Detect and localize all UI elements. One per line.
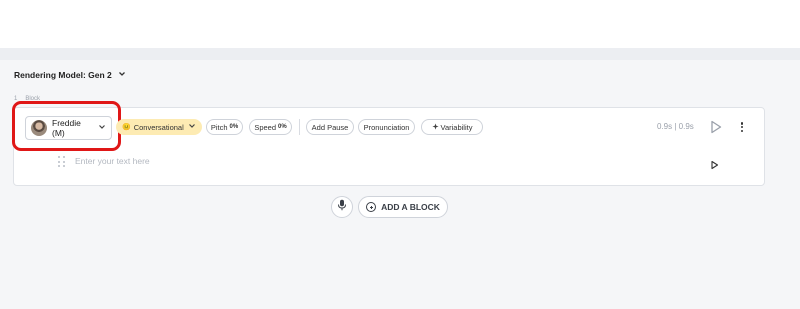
play-block-button[interactable] bbox=[709, 119, 723, 135]
block-header: 1 Block bbox=[14, 96, 40, 102]
top-band bbox=[0, 48, 800, 60]
add-block-label: ADD A BLOCK bbox=[381, 202, 440, 212]
style-selector[interactable]: 😐 Conversational bbox=[116, 119, 202, 135]
add-pause-label: Add Pause bbox=[311, 122, 349, 132]
voice-avatar bbox=[31, 120, 47, 136]
pitch-button[interactable]: Pitch 0% bbox=[206, 119, 243, 135]
style-emoji-icon: 😐 bbox=[122, 124, 131, 131]
speed-label: Speed bbox=[254, 122, 277, 132]
chevron-down-icon bbox=[98, 123, 106, 133]
block-text-input[interactable] bbox=[75, 154, 675, 168]
play-icon bbox=[709, 120, 723, 139]
rendering-model-label: Rendering Model: Gen 2 bbox=[14, 70, 112, 80]
kebab-dot bbox=[740, 122, 744, 125]
chevron-down-icon bbox=[188, 122, 196, 132]
pronunciation-label: Pronunciation bbox=[363, 122, 410, 132]
speed-value: 0% bbox=[278, 124, 287, 130]
pitch-value: 0% bbox=[229, 124, 239, 130]
top-bar bbox=[0, 0, 800, 48]
block-label: Block bbox=[25, 96, 41, 102]
pitch-label: Pitch bbox=[210, 122, 228, 132]
chevron-down-icon bbox=[118, 70, 126, 80]
add-pause-button[interactable]: Add Pause bbox=[306, 119, 354, 135]
plus-circle-icon bbox=[366, 202, 377, 212]
kebab-dot bbox=[740, 129, 744, 132]
rendering-model-selector[interactable]: Rendering Model: Gen 2 bbox=[14, 70, 126, 80]
toolbar-divider bbox=[299, 119, 300, 135]
kebab-dot bbox=[740, 125, 744, 129]
play-line-button[interactable] bbox=[710, 157, 719, 170]
sparkle-icon bbox=[431, 122, 439, 132]
add-block-button[interactable]: ADD A BLOCK bbox=[358, 196, 448, 218]
variability-label: Variability bbox=[440, 122, 473, 132]
play-icon bbox=[710, 157, 719, 174]
block-number: 1 bbox=[14, 96, 18, 102]
style-label: Conversational bbox=[133, 122, 184, 132]
voice-name: Freddie (M) bbox=[52, 118, 81, 138]
microphone-button[interactable] bbox=[331, 196, 353, 218]
duration-readout: 0.9s | 0.9s bbox=[657, 122, 694, 131]
microphone-icon bbox=[337, 198, 347, 216]
speed-button[interactable]: Speed 0% bbox=[249, 119, 292, 135]
voice-selector-button[interactable]: Freddie (M) bbox=[25, 116, 112, 140]
more-options-button[interactable] bbox=[737, 120, 747, 134]
variability-button[interactable]: Variability bbox=[421, 119, 483, 135]
drag-handle-icon[interactable] bbox=[58, 156, 66, 168]
pronunciation-button[interactable]: Pronunciation bbox=[358, 119, 415, 135]
